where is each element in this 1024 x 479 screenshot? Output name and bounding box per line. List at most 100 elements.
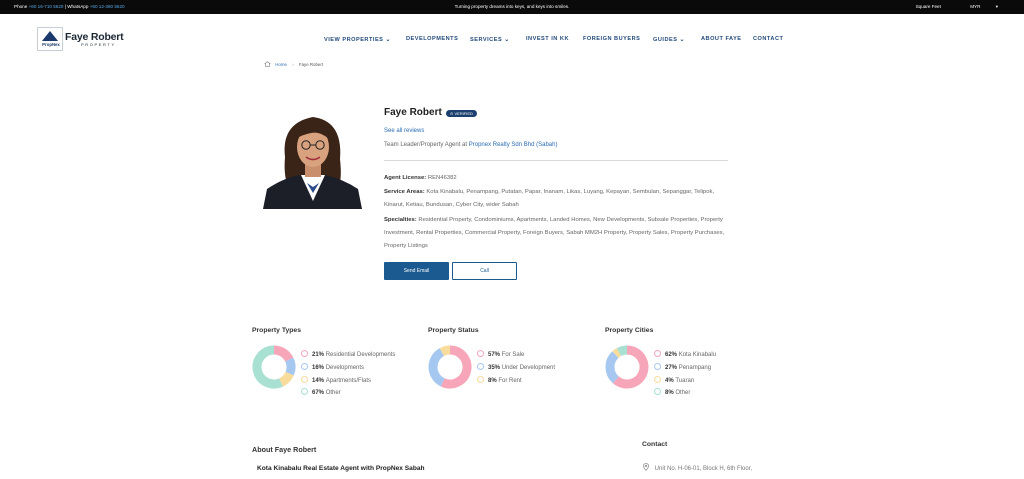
- nav-guides[interactable]: GUIDES ⌄: [653, 36, 685, 44]
- legend-value: 35%: [488, 364, 502, 371]
- unit-selector[interactable]: Square Feet: [916, 4, 941, 9]
- legend-value: 16%: [312, 364, 326, 371]
- legend-item: 62% Kota Kinabalu: [654, 350, 716, 363]
- legend-value: 8%: [665, 390, 676, 397]
- legend-value: 67%: [312, 390, 326, 397]
- legend-value: 14%: [312, 377, 326, 384]
- legend-dot-icon: [477, 375, 484, 383]
- logo-subtitle: PROPERTY: [81, 42, 116, 47]
- legend-label: Penampang: [678, 364, 712, 371]
- nav-label: INVEST IN KK: [526, 36, 569, 42]
- location-pin-icon: [643, 463, 649, 471]
- legend-label: Tuaran: [675, 377, 695, 384]
- legend-item: 57% For Sale: [477, 350, 555, 363]
- home-icon: [264, 61, 271, 67]
- nav-label: FOREIGN BUYERS: [583, 36, 641, 42]
- legend-dot-icon: [301, 350, 308, 357]
- donut-slice-2: [439, 345, 451, 357]
- nav-contact[interactable]: CONTACT: [753, 36, 783, 44]
- check-circle-icon: ⊙: [450, 111, 454, 116]
- contact-heading: Contact: [642, 441, 668, 448]
- donut-slice-1: [428, 348, 446, 387]
- site-logo[interactable]: PropNex Faye Robert PROPERTY: [37, 27, 129, 51]
- nav-label: VIEW PROPERTIES: [324, 37, 384, 43]
- role-text: Team Leader/Property Agent at: [384, 142, 468, 148]
- address-text: Unit No. H-06-01, Block H, 6th Floor,: [654, 466, 753, 472]
- agent-license: Agent License: REN46382: [384, 172, 730, 185]
- legend-dot-icon: [477, 350, 484, 357]
- legend-value: 62%: [665, 352, 679, 358]
- legend-label: Other: [325, 390, 341, 397]
- property-cities-legend: 62% Kota Kinabalu 27% Penampang 4% Tuaran 8…: [654, 350, 716, 401]
- nav-label: GUIDES: [653, 37, 678, 43]
- nav-view-properties[interactable]: VIEW PROPERTIES ⌄: [324, 36, 391, 44]
- donut-slice-2: [612, 348, 622, 358]
- specialties: Specialties: Residential Property, Condo…: [384, 214, 730, 253]
- legend-item: 8% For Rent: [477, 375, 555, 389]
- currency-selector[interactable]: MYR ▾: [956, 4, 998, 9]
- nav-foreign-buyers[interactable]: FOREIGN BUYERS: [583, 36, 640, 44]
- legend-item: 27% Penampang: [654, 362, 716, 376]
- service-areas: Service Areas: Kota Kinabalu, Penampang,…: [384, 186, 730, 212]
- legend-item: 4% Tuaran: [654, 375, 716, 389]
- nav-label: DEVELOPMENTS: [406, 36, 459, 42]
- donut-slice-1: [285, 357, 296, 376]
- nav-developments[interactable]: DEVELOPMENTS: [406, 36, 458, 44]
- divider: [384, 160, 728, 161]
- service-areas-label: Service Areas:: [384, 189, 425, 195]
- company-link[interactable]: Propnex Realty Sdn Bhd (Sabah): [469, 142, 558, 148]
- see-all-reviews-link[interactable]: See all reviews: [384, 128, 424, 134]
- license-value: REN46382: [427, 175, 457, 181]
- call-button[interactable]: Call: [452, 262, 517, 280]
- donut-slice-0: [273, 345, 294, 362]
- verified-label: VERIFIED: [454, 111, 473, 116]
- legend-dot-icon: [654, 362, 661, 370]
- legend-dot-icon: [654, 388, 661, 396]
- legend-dot-icon: [654, 350, 661, 357]
- legend-label: Residential Developments: [325, 352, 396, 358]
- chevron-right-icon: ›: [292, 62, 294, 67]
- chevron-down-icon: ▾: [995, 4, 998, 9]
- specialties-value: Residential Property, Condominiums, Apar…: [384, 217, 725, 249]
- agent-photo: [263, 109, 362, 209]
- specialties-label: Specialties:: [384, 217, 417, 223]
- donut-slice-3: [252, 345, 283, 389]
- legend-item: 35% Under Development: [477, 362, 556, 376]
- logo-brand: PropNex: [42, 42, 60, 47]
- nav-about-faye[interactable]: ABOUT FAYE: [701, 36, 742, 44]
- property-cities-chart: [605, 345, 649, 389]
- legend-item: 67% Other: [301, 388, 395, 401]
- nav-label: CONTACT: [753, 36, 784, 42]
- nav-services[interactable]: SERVICES ⌄: [470, 36, 510, 44]
- nav-invest-in-kk[interactable]: INVEST IN KK: [526, 36, 569, 44]
- donut-slice-1: [605, 351, 620, 384]
- legend-label: Under Development: [501, 364, 556, 371]
- legend-label: Developments: [325, 364, 365, 371]
- logo-mark-icon: [42, 31, 58, 41]
- property-types-legend: 21% Residential Developments 16% Developm…: [301, 350, 395, 401]
- agent-portrait: [263, 117, 362, 209]
- legend-value: 8%: [488, 377, 499, 384]
- send-email-button[interactable]: Send Email: [384, 262, 449, 280]
- donut-slice-3: [616, 345, 628, 357]
- legend-value: 4%: [665, 377, 676, 384]
- top-bar: Phone +60 16-710 5620 | WhatsApp +60 12-…: [0, 0, 1024, 14]
- legend-dot-icon: [301, 362, 308, 370]
- property-types-chart: [252, 345, 296, 389]
- legend-value: 57%: [488, 352, 502, 358]
- chevron-down-icon: ⌄: [504, 37, 510, 43]
- legend-label: Kota Kinabalu: [678, 352, 717, 358]
- agent-name: Faye Robert: [384, 107, 442, 118]
- legend-item: 16% Developments: [301, 362, 395, 376]
- nav-label: SERVICES: [470, 37, 503, 43]
- legend-label: Apartments/Flats: [325, 377, 372, 384]
- property-cities-title: Property Cities: [605, 327, 654, 334]
- legend-item: 14% Apartments/Flats: [301, 375, 395, 389]
- legend-dot-icon: [477, 362, 484, 370]
- agent-role: Team Leader/Property Agent at Propnex Re…: [384, 142, 557, 148]
- legend-value: 21%: [312, 352, 326, 358]
- topbar-tagline: Turning property dreams into keys, and k…: [454, 4, 570, 9]
- legend-value: 27%: [665, 364, 679, 371]
- breadcrumb-home[interactable]: Home: [275, 62, 287, 67]
- property-types-title: Property Types: [252, 327, 301, 334]
